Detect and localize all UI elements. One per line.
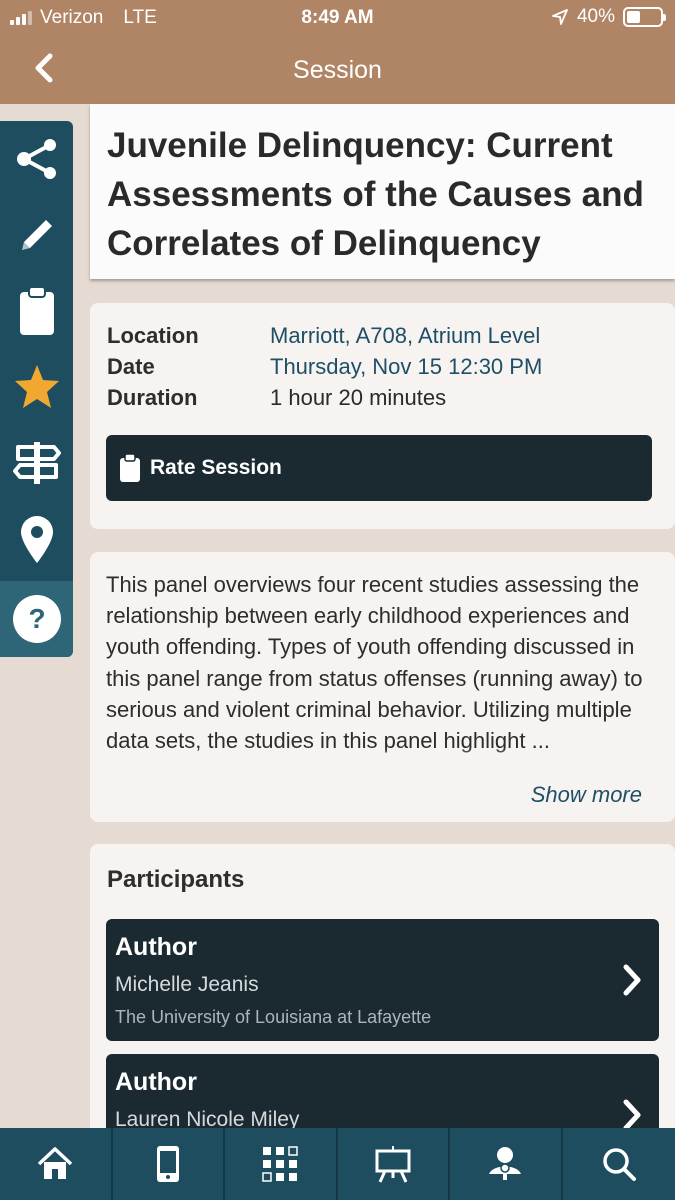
search-icon — [603, 1148, 636, 1181]
mobile-icon — [156, 1146, 179, 1182]
participant-name: Michelle Jeanis — [115, 973, 259, 996]
speaker-icon — [489, 1147, 522, 1180]
description-fade — [106, 748, 658, 768]
date-label: Date — [107, 354, 155, 379]
tab-schedule[interactable] — [225, 1128, 338, 1200]
duration-value: 1 hour 20 minutes — [270, 385, 447, 410]
home-icon — [38, 1147, 73, 1179]
duration-label: Duration — [107, 385, 198, 410]
session-description: This panel overviews four recent studies… — [106, 572, 643, 754]
participants-heading: Participants — [107, 866, 245, 893]
status-bar: Verizon LTE 8:49 AM 40% — [0, 0, 675, 36]
schedule-grid-icon — [262, 1146, 298, 1182]
tab-mobile[interactable] — [113, 1128, 225, 1200]
session-title-card: Juvenile Delinquency: Current Assessment… — [90, 104, 675, 279]
clipboard-icon — [120, 453, 140, 482]
help-icon: ? — [12, 595, 61, 643]
session-info-card: Location Marriott, A708, Atrium Level Da… — [90, 303, 675, 529]
favorite-button[interactable] — [0, 349, 73, 425]
date-link[interactable]: Thursday, Nov 15 12:30 PM — [270, 354, 542, 380]
chevron-right-icon — [623, 1099, 641, 1131]
bottom-tab-bar — [0, 1128, 675, 1200]
participant-org: The University of Louisiana at Lafayette — [115, 1007, 432, 1027]
page-title: Session — [293, 56, 382, 84]
chevron-right-icon — [623, 964, 641, 996]
participant-item[interactable]: Author Michelle Jeanis The University of… — [106, 919, 659, 1041]
clipboard-icon — [19, 286, 54, 335]
status-right: 40% — [551, 6, 666, 28]
signpost-icon — [12, 442, 61, 484]
share-icon — [16, 139, 56, 179]
location-link[interactable]: Marriott, A708, Atrium Level — [270, 323, 540, 349]
svg-text:?: ? — [28, 603, 45, 634]
session-title: Juvenile Delinquency: Current Assessment… — [107, 126, 644, 263]
location-arrow-icon — [552, 9, 568, 25]
description-card: This panel overviews four recent studies… — [90, 552, 675, 822]
map-button[interactable] — [0, 501, 73, 577]
presentation-icon — [375, 1146, 411, 1183]
participants-card: Participants Author Michelle Jeanis The … — [90, 844, 675, 1176]
share-button[interactable] — [0, 121, 73, 197]
nav-bar: Session — [0, 36, 675, 104]
survey-button[interactable] — [0, 273, 73, 349]
notes-button[interactable] — [0, 197, 73, 273]
star-icon — [14, 365, 59, 408]
directions-button[interactable] — [0, 425, 73, 501]
participant-role: Author — [115, 1068, 197, 1096]
rate-session-label: Rate Session — [150, 456, 282, 479]
location-label: Location — [107, 323, 199, 348]
pencil-icon — [21, 220, 52, 250]
tab-presentations[interactable] — [338, 1128, 450, 1200]
help-button[interactable]: ? — [0, 581, 73, 657]
side-toolbar: ? — [0, 121, 73, 657]
tab-home[interactable] — [0, 1128, 113, 1200]
show-more-link[interactable]: Show more — [531, 782, 642, 808]
participant-role: Author — [115, 933, 197, 961]
map-pin-icon — [20, 516, 53, 563]
rate-session-button[interactable]: Rate Session — [106, 435, 652, 501]
battery-percent: 40% — [576, 6, 615, 27]
battery-icon — [623, 7, 666, 27]
tab-search[interactable] — [563, 1128, 675, 1200]
tab-speakers[interactable] — [450, 1128, 563, 1200]
